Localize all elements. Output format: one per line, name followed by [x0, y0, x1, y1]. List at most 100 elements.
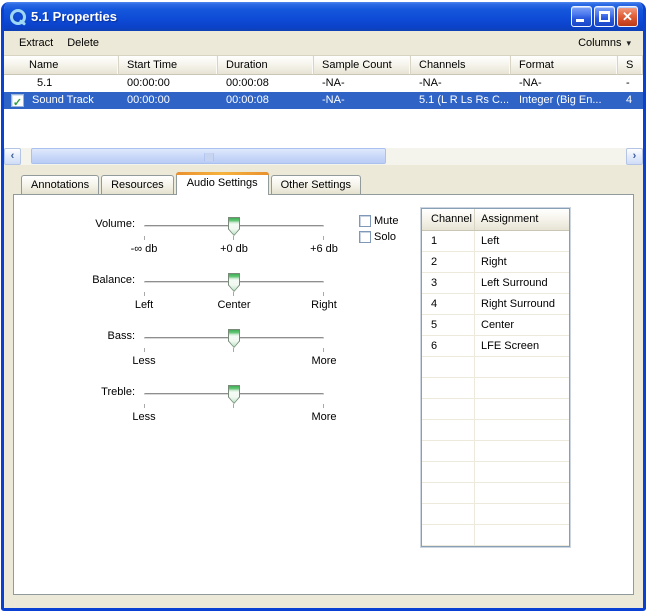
- tabs-row: Annotations Resources Audio Settings Oth…: [13, 171, 634, 194]
- scroll-left-icon[interactable]: ‹: [4, 148, 21, 165]
- balance-slider-thumb[interactable]: [228, 273, 240, 292]
- list-item[interactable]: 5 Center: [422, 315, 569, 336]
- volume-tick-labels: -∞ db +0 db +6 db: [144, 243, 324, 257]
- treble-slider-thumb[interactable]: [228, 385, 240, 404]
- list-item[interactable]: 1 Left: [422, 231, 569, 252]
- tick-mark: [233, 292, 234, 296]
- track-sample-count-cell: -NA-: [314, 92, 411, 109]
- track-name-cell: ✓ Sound Track: [4, 92, 119, 109]
- assignment-column-header[interactable]: Assignment: [475, 209, 569, 230]
- tab-annotations[interactable]: Annotations: [21, 175, 99, 194]
- solo-label: Solo: [374, 231, 396, 243]
- maximize-button[interactable]: [594, 6, 615, 27]
- column-header-format[interactable]: Format: [511, 56, 618, 75]
- scrollbar-grip-icon: [204, 153, 213, 161]
- tick-label-mid: Center: [217, 299, 250, 311]
- volume-slider-thumb[interactable]: [228, 217, 240, 236]
- column-header-channels[interactable]: Channels: [411, 56, 511, 75]
- track-table-empty-area: [4, 109, 643, 148]
- tab-area: Annotations Resources Audio Settings Oth…: [4, 165, 643, 608]
- check-icon: ✓: [13, 97, 22, 109]
- tab-resources[interactable]: Resources: [101, 175, 174, 194]
- track-name-cell: 5.1: [4, 75, 119, 92]
- track-table: Name Start Time Duration Sample Count Ch…: [4, 56, 643, 165]
- channel-assignment: Center: [475, 315, 569, 335]
- list-item[interactable]: 6 LFE Screen: [422, 336, 569, 357]
- column-header-start-time[interactable]: Start Time: [119, 56, 218, 75]
- slider-thumb-face: [229, 330, 239, 347]
- tick-label-max: More: [311, 355, 336, 367]
- balance-tick-labels: Left Center Right: [144, 299, 324, 313]
- column-header-sample-count[interactable]: Sample Count: [314, 56, 411, 75]
- column-header-name[interactable]: Name: [4, 56, 119, 75]
- active-tab-accent: [176, 172, 269, 175]
- tick-label-min: Left: [135, 299, 153, 311]
- menu-item-extract[interactable]: Extract: [12, 35, 60, 51]
- channel-table-empty-row: [422, 483, 569, 504]
- tab-audio-settings[interactable]: Audio Settings: [176, 172, 269, 195]
- track-duration-cell: 00:00:08: [218, 92, 314, 109]
- scroll-right-icon[interactable]: ›: [626, 148, 643, 165]
- menu-item-delete[interactable]: Delete: [60, 35, 106, 51]
- bass-slider-thumb[interactable]: [228, 329, 240, 348]
- minimize-icon: [576, 19, 584, 22]
- table-row-selected[interactable]: ✓ Sound Track 00:00:00 00:00:08 -NA- 5.1…: [4, 92, 643, 109]
- mute-solo-group: Mute Solo: [359, 213, 398, 245]
- solo-checkbox[interactable]: [359, 231, 371, 243]
- tick-label-mid: +0 db: [220, 243, 248, 255]
- channel-assignment: Left Surround: [475, 273, 569, 293]
- track-extra-cell: -: [618, 75, 643, 92]
- tab-other-settings[interactable]: Other Settings: [271, 175, 361, 194]
- tab-audio-settings-label: Audio Settings: [187, 177, 258, 189]
- solo-row: Solo: [359, 229, 398, 244]
- channel-table-empty-row: [422, 462, 569, 483]
- tick-mark: [233, 348, 234, 352]
- horizontal-scrollbar[interactable]: ‹ ›: [4, 148, 643, 165]
- table-row[interactable]: 5.1 00:00:00 00:00:08 -NA- -NA- -NA- -: [4, 75, 643, 92]
- channel-number: 5: [422, 315, 475, 335]
- channel-table-empty-row: [422, 420, 569, 441]
- track-start-time-cell: 00:00:00: [119, 92, 218, 109]
- track-channels-cell: -NA-: [411, 75, 511, 92]
- list-item[interactable]: 2 Right: [422, 252, 569, 273]
- chevron-down-icon: ▾: [626, 38, 631, 49]
- track-start-time-cell: 00:00:00: [119, 75, 218, 92]
- channel-table-empty-row: [422, 504, 569, 525]
- channel-assignment: Right: [475, 252, 569, 272]
- tick-mark: [323, 236, 324, 240]
- list-item[interactable]: 4 Right Surround: [422, 294, 569, 315]
- tick-mark: [144, 236, 145, 240]
- channel-column-header[interactable]: Channel: [422, 209, 475, 230]
- channel-assignment: LFE Screen: [475, 336, 569, 356]
- tick-mark: [323, 292, 324, 296]
- minimize-button[interactable]: [571, 6, 592, 27]
- tick-label-max: +6 db: [310, 243, 338, 255]
- tick-mark: [323, 404, 324, 408]
- track-extra-cell: 4: [618, 92, 643, 109]
- channel-table-header: Channel Assignment: [422, 209, 569, 231]
- tick-mark: [144, 404, 145, 408]
- list-item[interactable]: 3 Left Surround: [422, 273, 569, 294]
- channel-table-empty-row: [422, 378, 569, 399]
- audio-settings-panel: Volume: -∞ db +0 db +6 db Balanc: [13, 194, 634, 595]
- slider-thumb-face: [229, 386, 239, 403]
- tick-mark: [323, 348, 324, 352]
- column-header-clipped[interactable]: S: [618, 56, 643, 75]
- channel-table-empty-row: [422, 525, 569, 546]
- close-button[interactable]: ✕: [617, 6, 638, 27]
- channel-number: 6: [422, 336, 475, 356]
- track-enabled-checkbox[interactable]: ✓: [11, 94, 24, 107]
- track-duration-cell: 00:00:08: [218, 75, 314, 92]
- scrollbar-thumb[interactable]: [31, 148, 386, 164]
- channel-table-empty-row: [422, 399, 569, 420]
- mute-checkbox[interactable]: [359, 215, 371, 227]
- columns-dropdown-button[interactable]: Columns ▾: [574, 35, 635, 51]
- channel-assignment-table: Channel Assignment 1 Left 2 Right 3 Left…: [421, 208, 570, 547]
- treble-tick-labels: Less More: [144, 411, 324, 425]
- tick-label-min: Less: [132, 355, 155, 367]
- balance-label: Balance:: [14, 274, 135, 286]
- column-header-duration[interactable]: Duration: [218, 56, 314, 75]
- titlebar[interactable]: 5.1 Properties ✕: [4, 2, 643, 31]
- quicktime-icon: [10, 9, 26, 25]
- columns-dropdown-label: Columns: [578, 37, 621, 49]
